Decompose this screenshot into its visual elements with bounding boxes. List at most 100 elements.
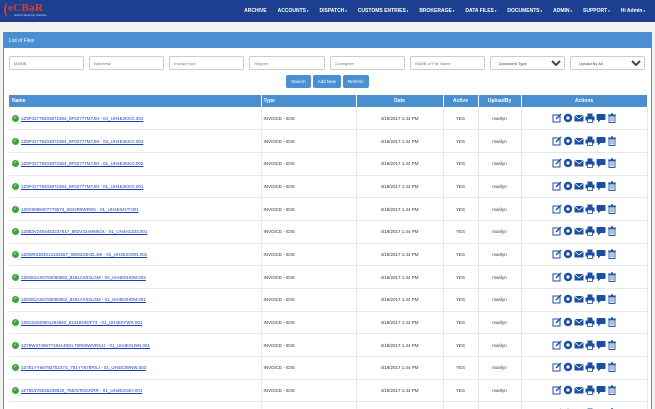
delete-icon[interactable]: [607, 226, 617, 237]
col-header-type[interactable]: Type: [261, 95, 357, 107]
nav-item-5[interactable]: DATA FILES▾: [465, 8, 496, 14]
nav-item-2[interactable]: DISPATCH▾: [319, 8, 346, 14]
email-icon[interactable]: [573, 249, 584, 260]
print-icon[interactable]: [585, 158, 595, 169]
delete-icon[interactable]: [607, 294, 617, 305]
col-header-name[interactable]: Name: [9, 95, 262, 107]
print-icon[interactable]: [585, 113, 595, 124]
invoice-input[interactable]: [169, 56, 245, 70]
view-icon[interactable]: [563, 385, 573, 396]
view-icon[interactable]: [563, 317, 573, 328]
delete-icon[interactable]: [607, 271, 617, 283]
edit-icon[interactable]: [552, 294, 562, 305]
print-icon[interactable]: [585, 226, 595, 237]
file-link[interactable]: 1Z7553V5046238820_7553VRSCKRR - 01_UH4E2…: [21, 388, 142, 393]
upload-by-select[interactable]: Upload By All: [569, 56, 645, 70]
edit-icon[interactable]: [552, 385, 562, 396]
edit-icon[interactable]: [552, 340, 562, 351]
comment-icon[interactable]: [596, 294, 606, 305]
add-new-button[interactable]: Add New: [312, 75, 341, 88]
delete-icon[interactable]: [607, 385, 617, 396]
comment-icon[interactable]: [596, 340, 606, 351]
comment-icon[interactable]: [596, 385, 606, 396]
col-header-uploadby[interactable]: UploadBy: [478, 95, 522, 107]
shipper-input[interactable]: [249, 56, 325, 70]
hawb-filename-input[interactable]: [409, 56, 485, 70]
view-icon[interactable]: [563, 181, 573, 192]
email-icon[interactable]: [573, 362, 584, 373]
comment-icon[interactable]: [596, 362, 606, 373]
file-link[interactable]: 1Z8481AX6783090062_8481AX03LGM - 01_UH4E…: [21, 297, 146, 302]
file-link[interactable]: 1Z781YY6679375237S_781YY678RXJ - 01_UH4E…: [21, 365, 146, 370]
view-icon[interactable]: [563, 362, 573, 373]
col-header-active[interactable]: Active: [443, 95, 479, 107]
delete-icon[interactable]: [607, 181, 617, 192]
nav-item-6[interactable]: DOCUMENTS▾: [507, 8, 542, 14]
refresh-button[interactable]: Refresh: [342, 75, 369, 88]
nav-item-4[interactable]: BROKERAGE▾: [419, 8, 454, 14]
delete-icon[interactable]: [607, 362, 617, 373]
view-icon[interactable]: [563, 113, 573, 124]
comment-icon[interactable]: [596, 113, 606, 124]
comment-icon[interactable]: [596, 181, 606, 192]
print-icon[interactable]: [585, 272, 595, 283]
delete-icon[interactable]: [607, 249, 617, 260]
edit-icon[interactable]: [552, 249, 562, 260]
email-icon[interactable]: [573, 226, 584, 237]
print-icon[interactable]: [585, 249, 595, 260]
email-icon[interactable]: [573, 136, 584, 147]
consignee-input[interactable]: [329, 56, 405, 70]
edit-icon[interactable]: [552, 362, 562, 373]
edit-icon[interactable]: [552, 272, 562, 283]
delete-icon[interactable]: [607, 135, 617, 147]
print-icon[interactable]: [585, 317, 595, 328]
comment-icon[interactable]: [596, 226, 606, 237]
nav-item-8[interactable]: SUPPORT▾: [583, 8, 610, 14]
print-icon[interactable]: [585, 294, 595, 305]
file-link[interactable]: 1Z883V2404483237617_883V324HM93X - 01_UH…: [21, 229, 147, 234]
email-icon[interactable]: [573, 294, 584, 305]
view-icon[interactable]: [563, 204, 573, 215]
file-link[interactable]: 1Z9F02778403872364_8F02777M7JM - 01_UH4E…: [21, 184, 143, 189]
document-type-select[interactable]: Document Type: [489, 56, 565, 70]
print-icon[interactable]: [585, 385, 595, 396]
edit-icon[interactable]: [552, 181, 562, 192]
print-icon[interactable]: [585, 136, 595, 147]
edit-icon[interactable]: [552, 226, 562, 237]
comment-icon[interactable]: [596, 158, 606, 169]
nav-item-1[interactable]: ACCOUNTS▾: [278, 8, 309, 14]
view-icon[interactable]: [563, 158, 573, 169]
email-icon[interactable]: [573, 385, 584, 396]
edit-icon[interactable]: [552, 204, 562, 215]
nav-item-7[interactable]: ADMIN▾: [553, 8, 572, 14]
comment-icon[interactable]: [596, 136, 606, 147]
file-link[interactable]: 1Z9F02778403872364_8F02777M7JM - 03_UH4E…: [21, 139, 143, 144]
view-icon[interactable]: [563, 340, 573, 351]
file-link[interactable]: 1Z8131840901284593_8131840DF74 - 01_UH4E…: [21, 320, 142, 325]
file-link[interactable]: 1Z9F02778403872364_8F02777M7JM - 02_UH4E…: [21, 161, 143, 166]
view-icon[interactable]: [563, 226, 573, 237]
print-icon[interactable]: [585, 204, 595, 215]
print-icon[interactable]: [585, 362, 595, 373]
comment-icon[interactable]: [596, 272, 606, 283]
edit-icon[interactable]: [552, 136, 562, 147]
edit-icon[interactable]: [552, 113, 562, 124]
file-link[interactable]: 1Z9F02778403872364_8F02777M7JM - 04_UH4E…: [21, 116, 143, 121]
file-link[interactable]: 1Z8481AX6783090062_8481AX03LGM - 02_UH4E…: [21, 275, 146, 280]
email-icon[interactable]: [573, 158, 584, 169]
delete-icon[interactable]: [607, 340, 617, 351]
email-icon[interactable]: [573, 113, 584, 124]
search-button[interactable]: Search: [286, 75, 311, 88]
view-icon[interactable]: [563, 249, 573, 260]
view-icon[interactable]: [563, 136, 573, 147]
app-logo[interactable]: eCBaR Global Shipping Solution: [4, 2, 84, 19]
email-icon[interactable]: [573, 317, 584, 328]
comment-icon[interactable]: [596, 317, 606, 328]
print-icon[interactable]: [585, 181, 595, 192]
comment-icon[interactable]: [596, 249, 606, 260]
email-icon[interactable]: [573, 272, 584, 283]
delete-icon[interactable]: [607, 203, 617, 215]
nav-item-9[interactable]: Hi Admin▾: [621, 8, 645, 14]
email-icon[interactable]: [573, 340, 584, 351]
delete-icon[interactable]: [607, 158, 617, 169]
